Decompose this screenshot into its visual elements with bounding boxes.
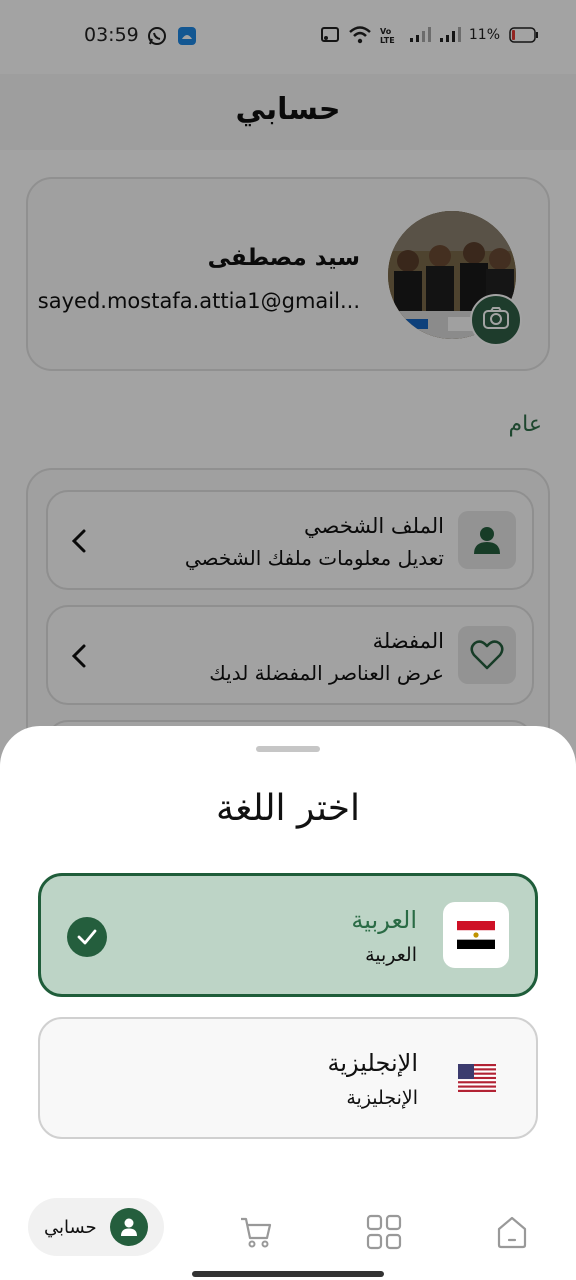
account-icon: [110, 1208, 148, 1246]
language-option-arabic[interactable]: العربية العربية: [38, 873, 538, 997]
nav-account-label: حسابي: [44, 1216, 97, 1238]
system-home-indicator[interactable]: [192, 1271, 384, 1277]
drag-handle[interactable]: [256, 746, 320, 752]
language-native-name: الإنجليزية: [346, 1087, 418, 1109]
nav-home-tab[interactable]: [492, 1214, 532, 1254]
home-icon: [494, 1214, 530, 1254]
check-icon: [67, 917, 107, 957]
usa-flag-icon: [444, 1045, 510, 1111]
cart-icon: [238, 1214, 274, 1254]
categories-icon: [366, 1214, 402, 1254]
sheet-title: اختر اللغة: [216, 788, 360, 829]
nav-categories-tab[interactable]: [364, 1214, 404, 1254]
nav-account-tab[interactable]: حسابي: [28, 1198, 164, 1256]
language-option-english[interactable]: الإنجليزية الإنجليزية: [38, 1017, 538, 1139]
language-name: العربية: [351, 906, 417, 934]
language-name: الإنجليزية: [327, 1049, 418, 1077]
bottom-navigation: حسابي: [0, 1180, 576, 1280]
nav-cart-tab[interactable]: [236, 1214, 276, 1254]
egypt-flag-icon: [443, 902, 509, 968]
language-native-name: العربية: [365, 944, 417, 966]
